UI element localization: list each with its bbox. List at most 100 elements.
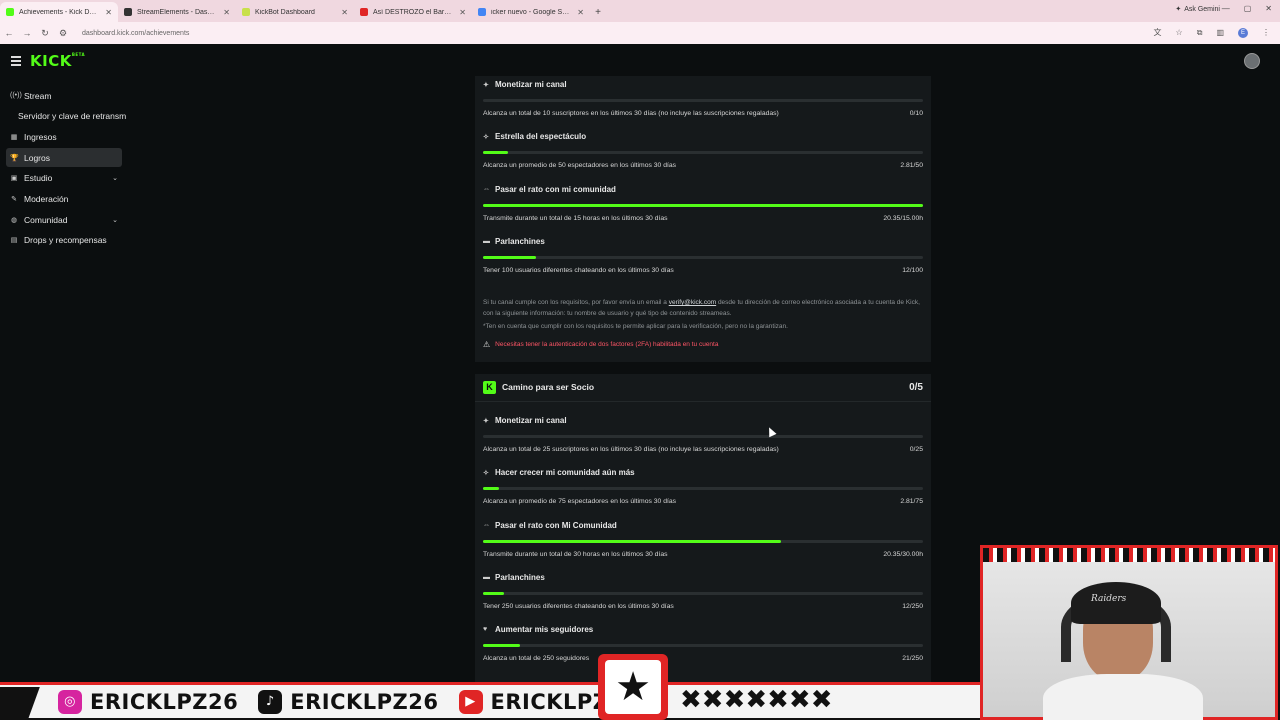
achievement-description: Transmite durante un total de 30 horas e… — [483, 550, 923, 558]
sidebar-item-logros[interactable]: 🏆 Logros — [6, 148, 122, 168]
profile-avatar[interactable]: E — [1238, 27, 1248, 38]
progress-fill — [483, 151, 508, 155]
achievement-progress-value: 0/25 — [909, 446, 923, 453]
browser-tab[interactable]: Achievements - Kick Dashboard ✕ — [0, 2, 118, 22]
partner-path-card: K Camino para ser Socio 0/5 ✦ Monetizar m… — [475, 374, 931, 720]
star-icon: ★ — [605, 660, 661, 714]
tiktok-icon: ♪ — [258, 689, 283, 714]
webcam-frame-stripe — [983, 548, 1275, 562]
achievement-description: Alcanza un promedio de 50 espectadores e… — [483, 162, 923, 170]
tab-close-icon[interactable]: ✕ — [341, 8, 348, 17]
site-info-icon[interactable]: ⚙ — [54, 28, 72, 39]
progress-fill — [483, 203, 923, 207]
sidebar-item-servidor-y-clave-de-retransm[interactable]: Servidor y clave de retransm — [6, 107, 126, 126]
achievement-description: Transmite durante un total de 15 horas e… — [483, 214, 923, 222]
kick-logo[interactable]: KICKBETA — [30, 52, 85, 70]
progress-bar — [483, 99, 923, 102]
browser-tab[interactable]: Así DESTROZÓ el Barça de Flick... ✕ — [354, 2, 472, 22]
achievement-progress-value: 12/100 — [902, 266, 923, 274]
sidebar-item-label: Moderación — [24, 193, 69, 204]
sidebar-item-label: Stream — [24, 90, 52, 101]
ask-gemini-button[interactable]: ✦ Ask Gemini — [1175, 5, 1220, 14]
maximize-icon[interactable]: ▢ — [1244, 4, 1252, 13]
achievement-progress-value: 2.81/75 — [900, 498, 923, 506]
achievement-title: ♥ Aumentar mis seguidores — [483, 625, 594, 635]
sidebar-item-ingresos[interactable]: ▦ Ingresos — [6, 127, 122, 146]
sidebar-item-label: Servidor y clave de retransm — [18, 111, 127, 122]
tab-favicon-icon — [6, 8, 14, 16]
tab-favicon-icon — [124, 8, 132, 16]
spark-icon: ✦ — [483, 417, 489, 425]
heart-icon: ♥ — [483, 626, 488, 634]
bookmark-star-icon[interactable]: ☆ — [1176, 28, 1183, 37]
close-window-icon[interactable]: ✕ — [1265, 4, 1272, 13]
user-avatar[interactable] — [1244, 53, 1260, 69]
achievement-description: Tener 250 usuarios diferentes chateando … — [483, 602, 923, 610]
cap-logo: Raiders — [1091, 594, 1127, 604]
tab-close-icon[interactable]: ✕ — [223, 8, 230, 17]
achievement-progress-value: 21/250 — [902, 655, 923, 663]
star-people-icon: ✧ — [483, 469, 489, 477]
sidebar-item-estudio[interactable]: ▣ Estudio ⌄ — [6, 169, 122, 188]
achievement-description: Alcanza un total de 250 seguidores 21/250 — [483, 655, 923, 663]
gemini-icon: ✦ — [1175, 6, 1182, 13]
progress-fill — [483, 539, 782, 543]
sidebar-item-moderación[interactable]: ✎ Moderación — [6, 189, 122, 208]
browser-tab[interactable]: icker nuevo - Google Search ✕ — [472, 2, 590, 22]
sidebar-item-label: Estudio — [24, 173, 53, 184]
social-handles-bar: ◎ ERICKLPZ26 ♪ ERICKLPZ26 ▶ ERICKLPZ26 — [0, 682, 980, 720]
progress-bar — [483, 435, 923, 438]
sidebar-item-drops-y-recompensas[interactable]: ▤ Drops y recompensas — [6, 231, 122, 250]
partner-path-header[interactable]: K Camino para ser Socio 0/5 — [483, 380, 923, 394]
progress-bar — [483, 487, 923, 491]
sidebar-item-label: Comunidad — [24, 214, 68, 225]
tab-favicon-icon — [242, 8, 250, 16]
tab-close-icon[interactable]: ✕ — [459, 8, 466, 17]
spark-icon: ✦ — [483, 81, 489, 89]
translate-icon[interactable]: 文 — [1154, 27, 1162, 38]
chat-icon: ▬ — [483, 237, 490, 245]
extensions-icon[interactable]: ⧉ — [1197, 28, 1203, 38]
sidebar-item-stream[interactable]: ((•)) Stream — [6, 86, 122, 105]
kick-badge-icon: K — [483, 380, 496, 394]
achievement-progress-value: 12/250 — [902, 602, 923, 610]
achievement-title: ⇔ Pasar el rato con Mi Comunidad — [483, 520, 617, 530]
address-bar: ← → ↻ ⚙ dashboard.kick.com/achievements … — [0, 22, 1280, 44]
chevron-down-icon[interactable]: ⌄ — [112, 216, 118, 224]
forward-icon[interactable]: → — [18, 28, 36, 38]
sidebar-item-comunidad[interactable]: ◍ Comunidad ⌄ — [6, 210, 122, 229]
tab-close-icon[interactable]: ✕ — [577, 8, 584, 17]
progress-fill — [483, 255, 536, 259]
hamburger-menu-icon[interactable] — [11, 56, 21, 68]
warning-icon: ⚠ — [483, 340, 491, 349]
url-field[interactable]: dashboard.kick.com/achievements — [82, 30, 189, 37]
achievement-title: ▬ Parlanchines — [483, 572, 545, 582]
studio-icon: ▣ — [10, 175, 18, 183]
wrench-icon: ✎ — [11, 195, 17, 203]
chevron-down-icon[interactable]: ⌄ — [112, 174, 118, 182]
sidebar-item-label: Drops y recompensas — [24, 235, 107, 246]
achievement-title: ▬ Parlanchines — [483, 236, 545, 246]
achievement-title: ⇔ Pasar el rato con mi comunidad — [483, 184, 616, 194]
divider — [475, 401, 931, 402]
browser-tab[interactable]: KickBot Dashboard ✕ — [236, 2, 354, 22]
chat-icon: ▬ — [483, 573, 490, 581]
progress-bar — [483, 591, 923, 595]
back-icon[interactable]: ← — [0, 28, 18, 38]
achievement-description: Alcanza un total de 10 suscriptores en l… — [483, 110, 923, 117]
minimize-icon[interactable]: — — [1222, 4, 1230, 13]
reload-icon[interactable]: ↻ — [36, 28, 54, 39]
webcam-overlay: Raiders — [980, 545, 1278, 720]
tab-close-icon[interactable]: ✕ — [105, 8, 112, 17]
tab-title: Así DESTROZÓ el Barça de Flick... — [373, 8, 454, 16]
sidepanel-icon[interactable]: ▥ — [1216, 28, 1224, 37]
partner-path-count: 0/5 — [909, 381, 923, 393]
menu-kebab-icon[interactable]: ⋮ — [1262, 28, 1270, 37]
new-tab-button[interactable]: + — [590, 2, 606, 22]
browser-tab[interactable]: StreamElements - Dashboard ✕ — [118, 2, 236, 22]
verify-email-link[interactable]: verify@kick.com — [669, 299, 716, 306]
revenue-icon: ▦ — [10, 133, 18, 141]
achievement-progress-value: 2.81/50 — [900, 162, 923, 170]
window-controls: — ▢ ✕ — [1222, 4, 1272, 13]
progress-bar — [483, 539, 923, 543]
